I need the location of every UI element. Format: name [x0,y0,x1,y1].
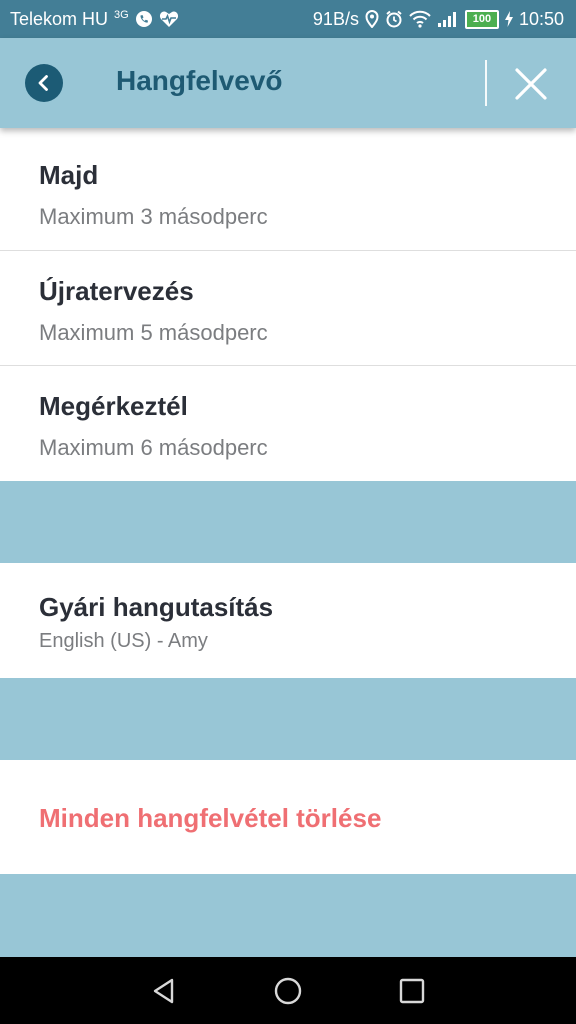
home-circle-icon [274,977,302,1004]
recording-row-3[interactable]: Megérkeztél Maximum 6 másodperc [0,366,576,481]
recordings-card: Majd Maximum 3 másodperc Újratervezés Ma… [0,128,576,481]
wifi-icon [409,10,431,28]
recording-duration: Maximum 6 másodperc [39,435,268,460]
voice-name: English (US) - Amy [39,630,208,652]
charging-icon [504,11,513,27]
recording-row-1[interactable]: Majd Maximum 3 másodperc [0,128,576,250]
delete-all-label: Minden hangfelvétel törlése [39,803,382,833]
nav-home-button[interactable] [266,969,310,1013]
app-bar: Hangfelvevő [0,38,576,128]
delete-all-button[interactable]: Minden hangfelvétel törlése [0,760,576,874]
toolbar-divider [485,60,487,106]
signal-icon [437,11,459,27]
recording-row-2[interactable]: Újratervezés Maximum 5 másodperc [0,251,576,365]
section-spacer [0,678,576,760]
system-nav-bar [0,957,576,1024]
back-icon [38,75,48,91]
location-icon [365,10,379,28]
recording-title: Majd [39,160,99,190]
nav-recents-button[interactable] [390,969,434,1013]
clock: 10:50 [518,8,564,29]
voice-title: Gyári hangutasítás [39,592,274,622]
recording-title: Megérkeztél [39,391,188,421]
delete-card: Minden hangfelvétel törlése [0,760,576,874]
status-bar: Telekom HU 3G 91B/s 100 10:50 [0,0,576,38]
recording-title: Újratervezés [39,276,194,306]
recording-duration: Maximum 5 másodperc [39,320,268,345]
heart-rate-icon [159,10,179,28]
voice-row[interactable]: Gyári hangutasítás English (US) - Amy [0,563,576,678]
status-left: Telekom HU 3G [10,9,179,30]
page-title: Hangfelvevő [116,65,283,96]
phone-icon [135,10,153,28]
voice-card: Gyári hangutasítás English (US) - Amy [0,563,576,678]
status-right: 91B/s 100 10:50 [313,9,564,30]
back-triangle-icon [153,978,174,1003]
network-type: 3G [114,9,129,21]
close-button[interactable] [510,63,552,105]
back-button[interactable] [25,64,63,102]
alarm-icon [385,10,403,28]
nav-back-button[interactable] [142,969,186,1013]
section-spacer [0,481,576,563]
net-speed: 91B/s [312,8,359,29]
carrier-name: Telekom HU [10,8,109,29]
settings-content: Majd Maximum 3 másodperc Újratervezés Ma… [0,128,576,874]
close-icon [515,68,547,100]
recording-duration: Maximum 3 másodperc [39,204,268,229]
recents-square-icon [399,978,425,1003]
battery-icon: 100 [464,9,499,29]
